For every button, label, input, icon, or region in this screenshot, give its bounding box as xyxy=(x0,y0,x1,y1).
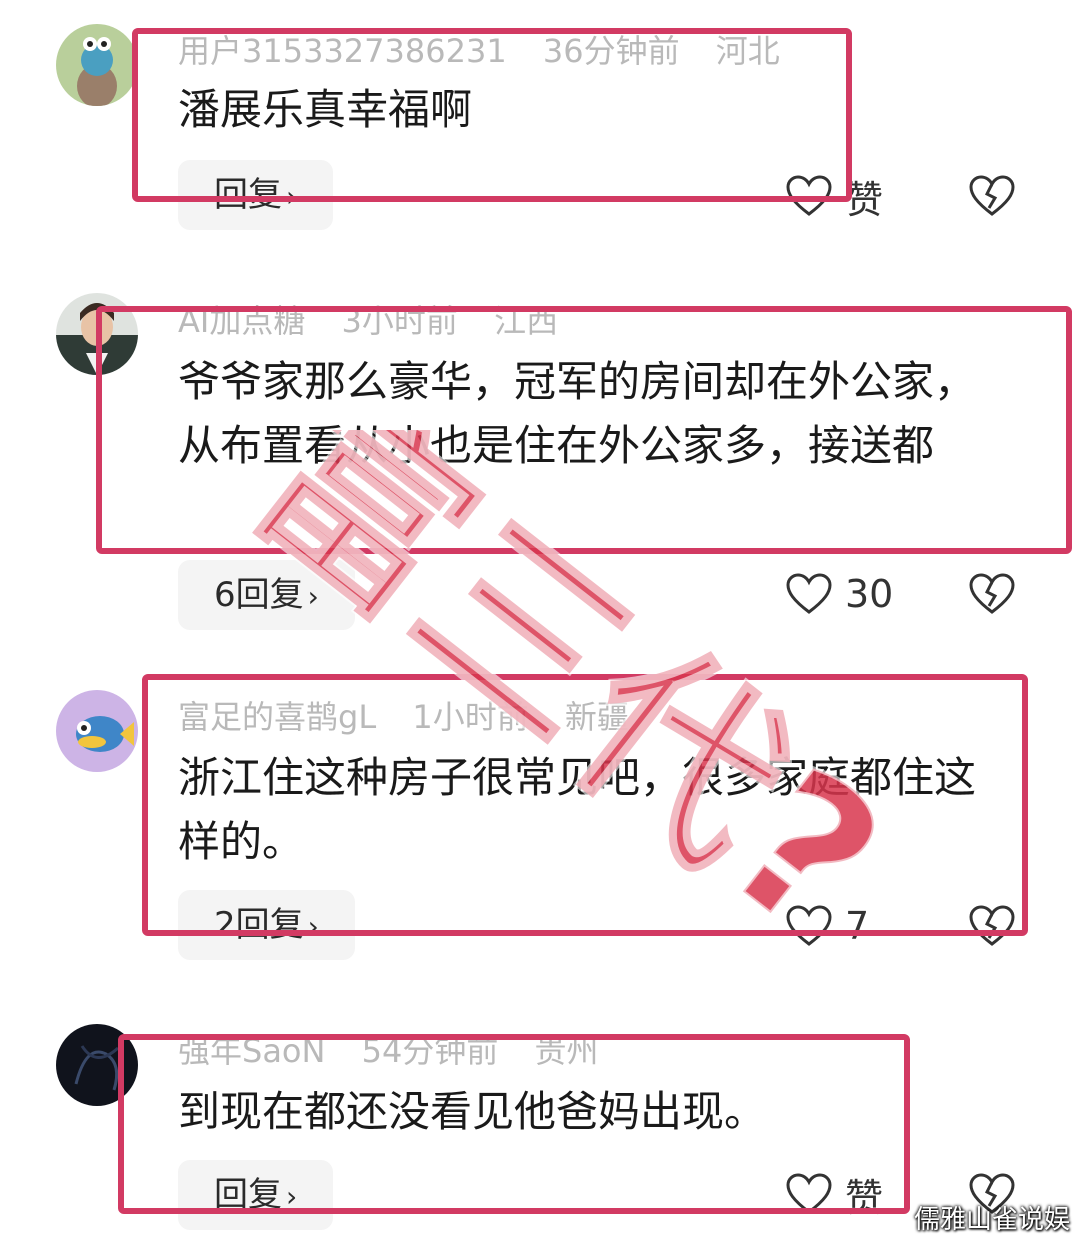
heart-outline-icon xyxy=(786,905,832,946)
like-count: 7 xyxy=(845,904,870,948)
reply-button[interactable]: 2回复 › xyxy=(178,890,355,960)
reply-label: 回复 xyxy=(214,1175,282,1215)
username[interactable]: 用户3153327386231 xyxy=(178,32,507,70)
broken-heart-icon xyxy=(969,905,1015,946)
comment-list: 用户3153327386231 36分钟前 河北 潘展乐真幸福啊 回复› 赞 xyxy=(0,0,1080,1250)
comment-meta: AI加点糖 3小时前 江西 xyxy=(178,296,584,342)
like-count: 赞 xyxy=(845,1175,884,1220)
avatar-image xyxy=(56,1024,138,1106)
username[interactable]: 富足的喜鹊gL xyxy=(178,698,376,736)
heart-outline-icon xyxy=(786,175,832,216)
chevron-right-icon: › xyxy=(286,180,298,213)
dislike-button[interactable] xyxy=(968,902,1016,950)
like-button[interactable]: 赞 xyxy=(785,1164,883,1224)
avatar[interactable] xyxy=(56,1024,138,1106)
like-count: 30 xyxy=(845,572,894,616)
watermark-credit: 儒雅山雀说娱 xyxy=(913,1205,1070,1235)
location: 新疆 xyxy=(564,698,629,736)
reply-button[interactable]: 回复 › xyxy=(178,1160,334,1230)
chevron-right-icon: › xyxy=(286,1180,298,1213)
avatar-image xyxy=(56,690,138,772)
reply-label: 回复 xyxy=(214,175,282,215)
username[interactable]: 强年SaoN xyxy=(178,1032,325,1070)
timestamp: 36分钟前 xyxy=(542,32,680,70)
avatar[interactable] xyxy=(56,293,138,375)
reply-button[interactable]: 回复 › xyxy=(178,160,334,230)
broken-heart-icon xyxy=(969,175,1015,216)
timestamp: 54分钟前 xyxy=(361,1032,499,1070)
comment-text: 爷爷家那么豪华，冠军的房间却在外公家，从布置看从小也是住在外公家多，接送都 xyxy=(178,357,977,470)
avatar-image xyxy=(56,24,138,106)
reply-label: 6回复 xyxy=(214,575,304,615)
reply-label: 2回复 xyxy=(214,905,304,945)
like-button[interactable]: 赞 xyxy=(785,166,883,226)
like-count: 赞 xyxy=(845,177,884,222)
avatar-image xyxy=(56,293,138,375)
dislike-button[interactable] xyxy=(968,172,1016,220)
avatar[interactable] xyxy=(56,690,138,772)
broken-heart-icon xyxy=(969,573,1015,614)
dislike-button[interactable] xyxy=(968,570,1016,618)
comment-text: 浙江住这种房子很常见吧，很多家庭都住这样的。 xyxy=(178,753,977,866)
comment-text: 潘展乐真幸福啊 xyxy=(178,85,473,134)
comment-meta: 强年SaoN 54分钟前 贵州 xyxy=(178,1026,625,1072)
timestamp: 1小时前 xyxy=(412,698,529,736)
chevron-right-icon: › xyxy=(307,910,319,943)
heart-outline-icon xyxy=(786,573,832,614)
comment-meta: 用户3153327386231 36分钟前 河北 xyxy=(178,26,806,72)
avatar[interactable] xyxy=(56,24,138,106)
timestamp: 3小时前 xyxy=(341,302,458,340)
location: 江西 xyxy=(494,302,559,340)
chevron-right-icon: › xyxy=(307,580,319,613)
heart-outline-icon xyxy=(786,1173,832,1214)
reply-button[interactable]: 6回复 › xyxy=(178,560,355,630)
like-button[interactable]: 30 xyxy=(785,564,893,624)
username[interactable]: AI加点糖 xyxy=(178,302,305,340)
comment-text: 到现在都还没看见他爸妈出现。 xyxy=(178,1087,767,1136)
location: 河北 xyxy=(715,32,780,70)
comment-meta: 富足的喜鹊gL 1小时前 新疆 xyxy=(178,692,655,738)
location: 贵州 xyxy=(534,1032,599,1070)
like-button[interactable]: 7 xyxy=(785,896,869,956)
